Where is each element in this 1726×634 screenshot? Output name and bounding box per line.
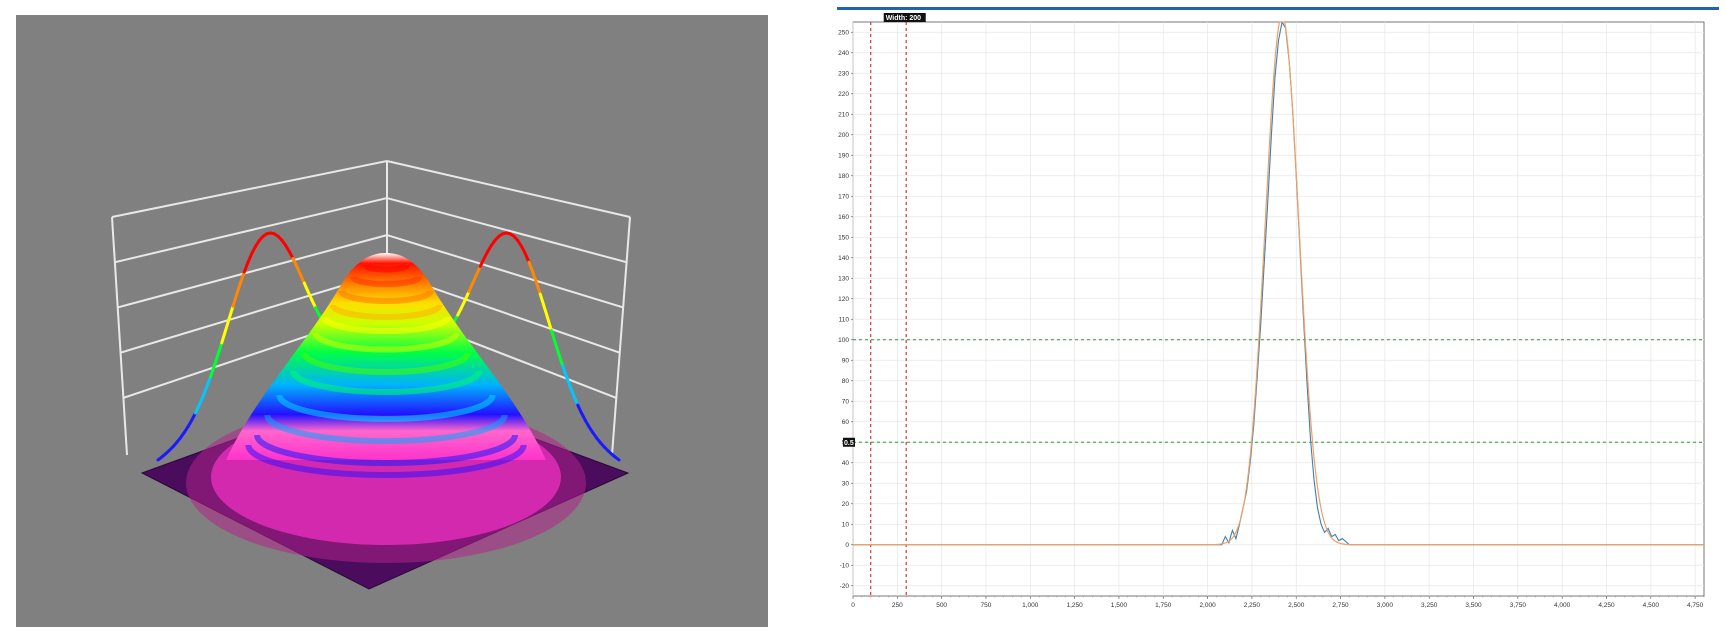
y-tick-label: 180 <box>838 173 849 180</box>
wall-curve-seg <box>201 385 209 398</box>
x-tick-label: 2,500 <box>1288 602 1305 609</box>
wall-curve-seg <box>568 385 576 398</box>
y-tick-label: 150 <box>838 234 849 241</box>
x-tick-label: 3,500 <box>1465 602 1482 609</box>
x-tick-label: 1,500 <box>1111 602 1128 609</box>
wall-curve-seg <box>205 375 212 389</box>
y-tick-label: 10 <box>842 521 850 528</box>
x-tick-label: 4,750 <box>1687 602 1704 609</box>
plot-area <box>852 21 1705 597</box>
x-tick-label: 3,750 <box>1510 602 1527 609</box>
x-axis: 0 250 500 750 1,000 1,250 1,500 1,750 2,000 2,250… <box>851 596 1705 609</box>
y-axis: -20-100102030405060708090100110120130140… <box>838 29 853 590</box>
wall-curve-seg <box>231 292 239 308</box>
wall-curve-seg <box>212 353 220 368</box>
profile-line-chart: -20-100102030405060708090100110120130140… <box>837 7 1719 609</box>
wall-curve-seg <box>216 341 224 357</box>
wall-curve-seg <box>565 375 572 389</box>
y-tick-label: 160 <box>838 214 849 221</box>
x-tick-label: 1,250 <box>1066 602 1083 609</box>
wall-curve-seg <box>538 292 546 308</box>
wall-curve-seg <box>535 281 542 296</box>
y-tick-label: 230 <box>838 70 849 77</box>
y-tick-label: 70 <box>842 398 850 405</box>
y-tick-label: 170 <box>838 193 849 200</box>
y-tick-label: 30 <box>842 480 850 487</box>
y-tick-label: 240 <box>838 50 849 57</box>
x-tick-label: 500 <box>936 602 947 609</box>
y-tick-label: 130 <box>838 275 849 282</box>
y-tick-label: 120 <box>838 296 849 303</box>
y-tick-label: 60 <box>842 419 850 426</box>
y-tick-label: 190 <box>838 152 849 159</box>
wall-curve-seg <box>220 329 227 345</box>
y-tick-label: -10 <box>840 562 850 569</box>
y-tick-label: 100 <box>838 337 849 344</box>
wall-curve-seg <box>553 341 561 357</box>
y-tick-label: 0 <box>845 542 849 549</box>
y-tick-label: 20 <box>842 501 850 508</box>
x-tick-label: 1,000 <box>1022 602 1039 609</box>
wall-curve-seg <box>561 364 568 379</box>
profile-chart-panel: -20-100102030405060708090100110120130140… <box>830 0 1726 634</box>
y-tick-label: 200 <box>838 132 849 139</box>
y-tick-label: 40 <box>842 460 850 467</box>
x-tick-label: 1,750 <box>1155 602 1172 609</box>
x-tick-label: 4,000 <box>1554 602 1571 609</box>
y-tick-label: 220 <box>838 91 849 98</box>
x-tick-label: 750 <box>981 602 992 609</box>
y-tick-label: 210 <box>838 111 849 118</box>
y-tick-label: 110 <box>839 316 850 323</box>
wall-curve-seg <box>550 329 557 345</box>
threshold-badge-label: 0.5 <box>844 440 854 447</box>
gaussian-peak <box>186 253 586 563</box>
wall-curve-seg <box>227 304 235 320</box>
y-tick-label: 140 <box>838 255 849 262</box>
x-tick-label: 4,250 <box>1598 602 1615 609</box>
y-tick-label: 90 <box>842 357 850 364</box>
x-tick-label: 3,000 <box>1377 602 1394 609</box>
wall-curve-seg <box>613 455 621 462</box>
x-tick-label: 3,250 <box>1421 602 1438 609</box>
y-tick-label: 250 <box>838 29 849 36</box>
grid-edge <box>611 216 631 456</box>
wall-curve-seg <box>527 260 535 274</box>
wall-curve-seg <box>235 281 242 296</box>
x-tick-label: 250 <box>892 602 903 609</box>
x-tick-label: 2,000 <box>1199 602 1216 609</box>
grid-edge <box>111 216 128 456</box>
top-accent-bar <box>837 7 1719 10</box>
surface-plot-panel <box>16 15 768 627</box>
x-tick-label: 2,250 <box>1244 602 1261 609</box>
surface-3d-plot <box>111 160 631 590</box>
x-tick-label: 0 <box>851 602 855 609</box>
wall-curve-seg <box>557 353 565 368</box>
y-tick-label: 80 <box>842 378 850 385</box>
wall-curve-seg <box>242 260 250 274</box>
wall-curve-seg <box>531 270 538 285</box>
x-tick-label: 4,500 <box>1643 602 1660 609</box>
x-tick-label: 2,750 <box>1332 602 1349 609</box>
y-tick-label: -20 <box>840 583 850 590</box>
width-badge-label: Width: 200 <box>886 15 921 22</box>
wall-curve-seg <box>542 304 550 320</box>
